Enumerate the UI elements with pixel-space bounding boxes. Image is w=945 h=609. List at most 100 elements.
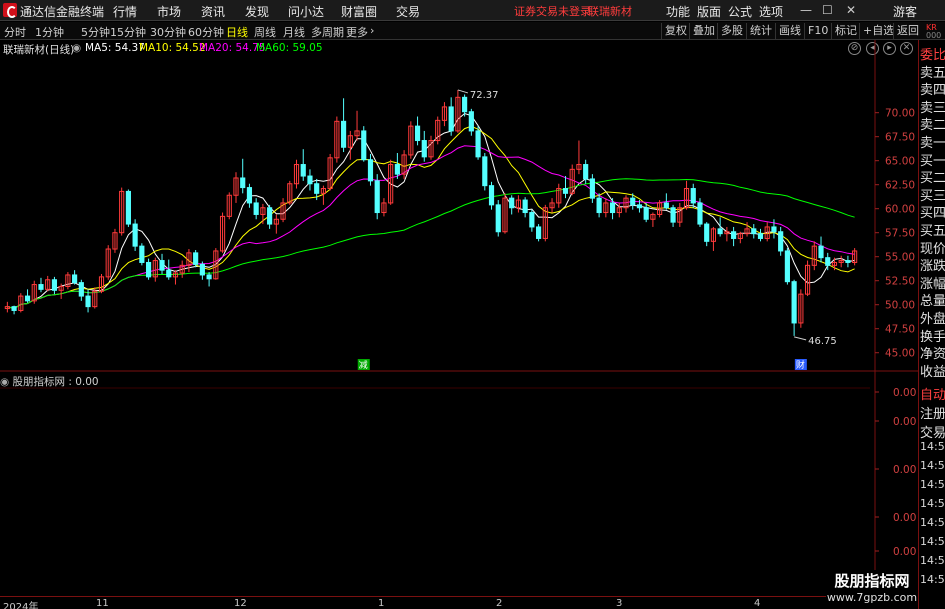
quote-field-label: 现价 <box>920 241 945 257</box>
quote-field-label: 卖三 <box>920 100 945 116</box>
candle-body <box>112 232 118 250</box>
candle-body <box>414 125 421 142</box>
tab-monthly[interactable]: 月线 <box>283 24 305 40</box>
quote-field-label: 卖四 <box>920 83 945 99</box>
candle-body <box>825 257 831 266</box>
date-axis: 2024年 11 12 1 2 3 4 <box>0 596 918 609</box>
date-label: 4 <box>754 598 761 609</box>
tab-more[interactable]: 更多 <box>346 24 368 40</box>
tab-15min[interactable]: 15分钟 <box>110 24 146 40</box>
chevron-right-icon[interactable]: › <box>370 24 374 37</box>
tab-60min[interactable]: 60分钟 <box>188 24 224 40</box>
quote-field-label: 委比 <box>920 48 945 63</box>
quote-field-label: 总量 <box>920 294 945 310</box>
candle-body <box>502 197 508 233</box>
minimize-icon[interactable]: — <box>800 3 812 17</box>
menu-bar: 通达信金融终端 行情 市场 资讯 发现 问小达 财富圈 交易 证券交易未登录 联… <box>0 0 945 21</box>
sub-settings-icon[interactable]: ◉ <box>0 376 13 388</box>
menu-item-shichang[interactable]: 市场 <box>157 3 181 20</box>
menu-item-gongshi[interactable]: 公式 <box>728 3 752 20</box>
ma5-label: MA5: 54.37 <box>85 42 145 54</box>
stock-name-link[interactable]: 联瑞新材 <box>588 3 632 19</box>
sub-indicator-legend: ◉ 股朋指标网 : 0.00 <box>0 374 99 388</box>
tab-multi-period[interactable]: 多周期 <box>311 24 344 40</box>
candle-body <box>240 177 246 189</box>
menu-item-faxian[interactable]: 发现 <box>245 3 269 20</box>
back-button[interactable]: 返回 <box>893 23 922 39</box>
high-label: 72.37 <box>470 90 499 101</box>
candle-body <box>549 202 555 209</box>
add-watchlist-button[interactable]: +自选 <box>859 23 897 39</box>
watermark: 股朋指标网 www.7gpzb.com <box>826 570 918 608</box>
menu-item-gongneng[interactable]: 功能 <box>666 3 690 20</box>
tick-time-label: 14:56 <box>920 573 945 586</box>
diejia-button[interactable]: 叠加 <box>689 23 718 39</box>
sub-tick-label: 0.00 <box>893 512 916 524</box>
f10-button[interactable]: F10 <box>804 23 831 39</box>
candle-body <box>260 207 266 215</box>
candle-body <box>596 197 602 214</box>
zoom-out-icon[interactable]: ⊘ <box>848 42 861 55</box>
quote-side-panel: 委比 卖五 卖四 卖三 卖二 卖一 买一 买二 买三 买四 买五 现价 涨跌 涨幅 总量 外盘 换手 净资 收益 自动… <box>918 40 945 609</box>
tongji-button[interactable]: 统计 <box>746 23 775 39</box>
tab-5min[interactable]: 5分钟 <box>81 24 110 40</box>
candle-body <box>11 306 17 311</box>
candle-body <box>569 168 575 194</box>
tab-weekly[interactable]: 周线 <box>254 24 276 40</box>
candle-body <box>583 164 589 180</box>
menu-item-jiaoyi[interactable]: 交易 <box>396 3 420 20</box>
candle-body <box>603 202 609 214</box>
candle-body <box>818 245 824 259</box>
duogu-button[interactable]: 多股 <box>717 23 746 39</box>
side-action-label[interactable]: 交易 <box>920 422 945 441</box>
event-marker-label: 财 <box>796 359 805 371</box>
candle-body <box>589 178 595 199</box>
maximize-icon[interactable]: ☐ <box>822 3 833 17</box>
menu-item-wenxiaoda[interactable]: 问小达 <box>288 3 324 20</box>
menu-item-zixun[interactable]: 资讯 <box>201 3 225 20</box>
tab-30min[interactable]: 30分钟 <box>150 24 186 40</box>
candle-body <box>771 226 777 233</box>
candle-body <box>455 96 461 132</box>
candle-body <box>38 284 44 290</box>
candle-body <box>724 231 730 235</box>
tab-fenshi[interactable]: 分时 <box>4 24 26 40</box>
settings-circle-icon[interactable]: ◉ <box>72 42 81 54</box>
menu-item-xuanxiang[interactable]: 选项 <box>759 3 783 20</box>
quote-field-label: 外盘 <box>920 312 945 327</box>
candle-body <box>462 96 468 113</box>
close-icon[interactable]: ✕ <box>846 3 856 17</box>
date-label: 11 <box>96 598 109 609</box>
candle-body <box>435 119 441 142</box>
event-marker <box>357 359 370 370</box>
side-action-label[interactable]: 自动 <box>920 384 945 403</box>
huaxian-button[interactable]: 画线 <box>775 23 804 39</box>
candle-body <box>408 125 414 156</box>
biaoji-button[interactable]: 标记 <box>831 23 860 39</box>
user-guest[interactable]: 游客 <box>893 3 917 20</box>
candle-body <box>119 190 125 234</box>
candle-body <box>233 177 239 196</box>
menu-item-hangqing[interactable]: 行情 <box>113 3 137 20</box>
left-arrow-icon[interactable]: ◂ <box>866 42 879 55</box>
candle-body <box>616 207 622 214</box>
tab-1min[interactable]: 1分钟 <box>35 24 64 40</box>
ma60-line <box>7 178 855 310</box>
fuquan-button[interactable]: 复权 <box>661 23 690 39</box>
price-tick-label: 65.00 <box>885 156 915 168</box>
login-status[interactable]: 证券交易未登录 <box>514 3 591 19</box>
close-chart-icon[interactable]: ✕ <box>900 42 913 55</box>
candle-body <box>448 106 454 132</box>
candle-body <box>428 140 434 158</box>
price-tick-label: 52.50 <box>885 276 915 288</box>
menu-item-banmian[interactable]: 版面 <box>697 3 721 20</box>
menu-item-caifuquan[interactable]: 财富圈 <box>341 3 377 20</box>
candle-body <box>145 261 152 278</box>
tick-time-label: 14:56 <box>920 478 945 491</box>
side-action-label[interactable]: 注册 <box>920 403 945 422</box>
right-arrow-icon[interactable]: ▸ <box>883 42 896 55</box>
candle-body <box>482 156 488 187</box>
annotations: 72.37 46.75 减 财 <box>357 89 837 371</box>
candle-body <box>394 164 400 175</box>
tab-daily[interactable]: 日线 <box>226 24 248 40</box>
